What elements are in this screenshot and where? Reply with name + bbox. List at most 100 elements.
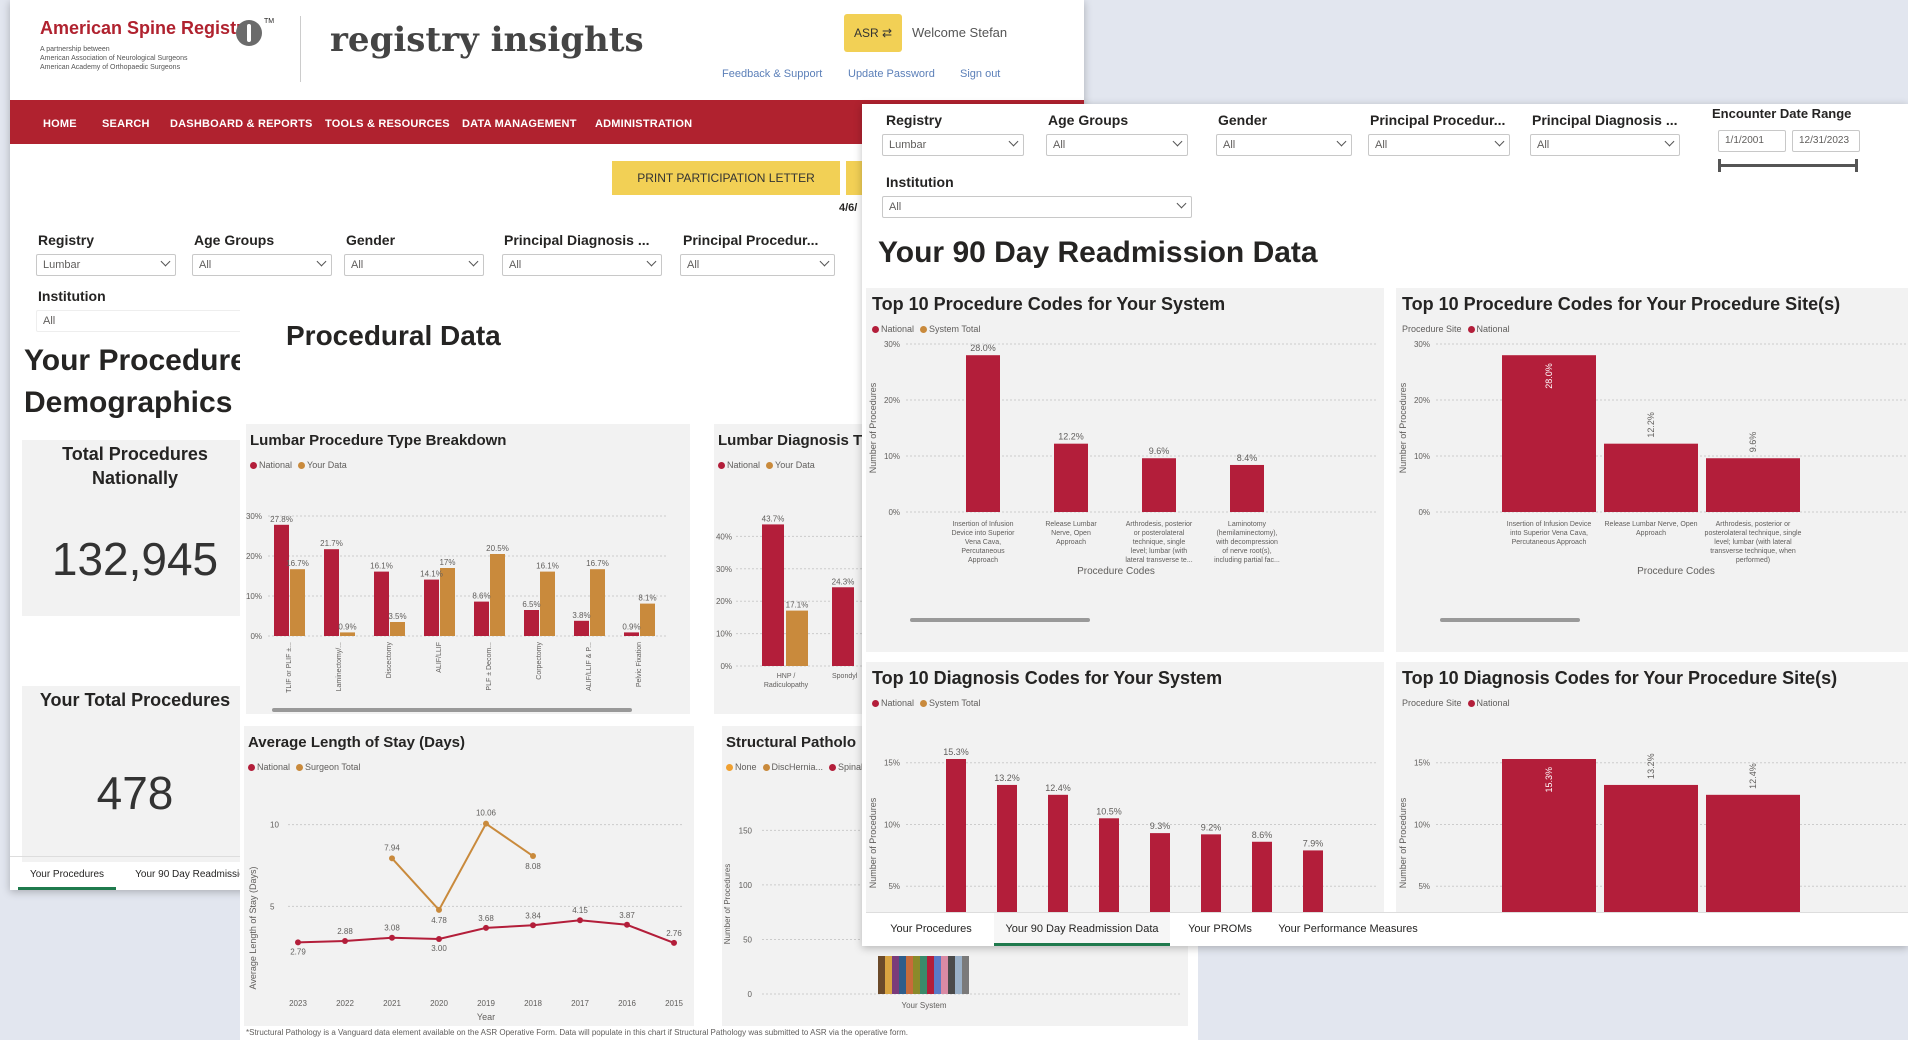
date-range-slider[interactable]: [1718, 159, 1858, 172]
tab-your-procedures[interactable]: Your Procedures: [876, 913, 986, 946]
dx-site-card: Top 10 Diagnosis Codes for Your Procedur…: [1396, 662, 1908, 912]
proc-system-card: Top 10 Procedure Codes for Your System N…: [866, 288, 1384, 652]
nav-dashboard-reports[interactable]: DASHBOARD & REPORTS: [170, 118, 313, 130]
dx-system-title: Top 10 Diagnosis Codes for Your System: [872, 668, 1223, 688]
y-tick-label: 10%: [1414, 452, 1430, 461]
data-label: 9.2%: [1201, 822, 1222, 832]
slider-handle-end[interactable]: [1855, 159, 1858, 172]
asr-logo[interactable]: American Spine Registry TM A partnership…: [40, 18, 280, 80]
filter-diagnosis-label: Principal Diagnosis ...: [504, 232, 650, 248]
bar-your-data: [540, 571, 555, 636]
data-label: 8.6%: [472, 592, 490, 601]
tab-90-day-readmission[interactable]: Your 90 Day Readmissio: [128, 857, 252, 890]
data-label: 21.7%: [320, 539, 343, 548]
stacked-bar-segment: [955, 956, 962, 994]
date-start-input[interactable]: 1/1/2001: [1718, 130, 1786, 152]
y-tick-label: 10: [270, 821, 279, 830]
bar-national: [1706, 794, 1800, 912]
header-divider: [300, 16, 301, 82]
data-label: 10.06: [476, 809, 497, 818]
dx-site-legend: Procedure Site National: [1402, 698, 1510, 708]
feedback-link[interactable]: Feedback & Support: [722, 68, 822, 80]
update-password-link[interactable]: Update Password: [848, 68, 935, 80]
x-tick-label: 2022: [336, 999, 354, 1008]
scrollbar: [910, 618, 1090, 622]
date-end-input[interactable]: 12/31/2023: [1792, 130, 1860, 152]
tab-performance-measures[interactable]: Your Performance Measures: [1268, 913, 1428, 946]
bar-your-data: [290, 569, 305, 636]
data-label: 2.79: [290, 947, 306, 956]
bar-national: [374, 571, 389, 636]
data-label: 12.2%: [1646, 412, 1656, 438]
date-fragment: 4/6/: [839, 202, 858, 214]
data-label: 3.87: [619, 911, 635, 920]
data-label: 16.1%: [370, 562, 393, 571]
left-tab-bar: Your Procedures Your 90 Day Readmissio: [10, 856, 250, 890]
bar-your-data: [640, 603, 655, 636]
r-filter-procedure-select[interactable]: All: [1368, 134, 1510, 156]
proc-site-legend: Procedure Site National: [1402, 324, 1510, 334]
bar-national: [1099, 818, 1119, 912]
x-tick-label: Percutaneous: [961, 548, 1005, 555]
x-tick-label: Approach: [968, 557, 998, 564]
bar-national: [1150, 833, 1170, 912]
data-label: 17%: [439, 558, 455, 567]
r-filter-gender-label: Gender: [1218, 112, 1268, 128]
y-tick-label: 30%: [884, 340, 900, 349]
nav-data-management[interactable]: DATA MANAGEMENT: [462, 118, 577, 130]
filter-age-select[interactable]: All: [192, 254, 332, 276]
registry-insights-logo[interactable]: registry insights: [330, 20, 644, 60]
chevron-down-icon: [1336, 136, 1347, 147]
print-participation-button[interactable]: PRINT PARTICIPATION LETTER: [612, 161, 840, 195]
point-national: [624, 921, 630, 928]
x-tick-label: 2017: [571, 999, 589, 1008]
x-tick-label: HNP /: [777, 673, 796, 680]
card-label-line: Total Procedures: [62, 444, 208, 464]
bar-national: [324, 549, 339, 636]
slider-handle-start[interactable]: [1718, 159, 1721, 172]
r-filter-diagnosis-select[interactable]: All: [1530, 134, 1680, 156]
bar-national: [274, 524, 289, 636]
data-label: 9.3%: [1150, 821, 1171, 831]
data-label: 6.5%: [522, 600, 540, 609]
sign-out-link[interactable]: Sign out: [960, 68, 1000, 80]
r-filter-age-select[interactable]: All: [1046, 134, 1188, 156]
r-filter-institution-select[interactable]: All: [882, 196, 1192, 218]
tab-your-proms[interactable]: Your PROMs: [1180, 913, 1260, 946]
nav-search[interactable]: SEARCH: [102, 118, 150, 130]
nav-tools-resources[interactable]: TOOLS & RESOURCES: [325, 118, 450, 130]
chevron-down-icon: [1008, 136, 1019, 147]
filter-registry-label: Registry: [38, 232, 95, 248]
bar-your-data: [490, 554, 505, 636]
chevron-down-icon: [1664, 136, 1675, 147]
r-filter-registry-select[interactable]: Lumbar: [882, 134, 1024, 156]
x-tick-label: performed): [1736, 557, 1770, 564]
filter-procedure-select[interactable]: All: [680, 254, 835, 276]
tab-90-day-readmission[interactable]: Your 90 Day Readmission Data: [994, 913, 1170, 946]
point-national: [342, 937, 348, 944]
dx-system-chart: 5% 10% 15% Number of Procedures 15.3% 13.2% 12…: [868, 747, 1376, 912]
data-label: 4.15: [572, 906, 588, 915]
point-surgeon: [436, 906, 442, 913]
data-label: 8.4%: [1237, 453, 1258, 463]
asr-switch-button[interactable]: ASR ⇄: [844, 14, 902, 52]
filter-gender-select[interactable]: All: [344, 254, 484, 276]
legend-label: Procedure Site: [1402, 324, 1462, 334]
point-national: [483, 924, 489, 931]
r-filter-gender-select[interactable]: All: [1216, 134, 1352, 156]
tab-your-procedures[interactable]: Your Procedures: [18, 857, 116, 890]
data-label: 13.2%: [994, 773, 1020, 783]
x-tick-label: Radiculopathy: [764, 682, 809, 689]
data-label: 28.0%: [970, 343, 996, 353]
bar-national: [1706, 458, 1800, 512]
nav-home[interactable]: HOME: [43, 118, 77, 130]
filter-institution-label: Institution: [38, 288, 106, 304]
nav-administration[interactable]: ADMINISTRATION: [595, 118, 692, 130]
bar-national: [1604, 443, 1698, 512]
filter-diagnosis-select[interactable]: All: [502, 254, 662, 276]
select-value: Lumbar: [43, 259, 81, 271]
lumbar-type-title: Lumbar Procedure Type Breakdown: [250, 432, 507, 449]
bar-national: [1048, 794, 1068, 912]
y-tick-label: 150: [739, 826, 753, 835]
filter-registry-select[interactable]: Lumbar: [36, 254, 176, 276]
